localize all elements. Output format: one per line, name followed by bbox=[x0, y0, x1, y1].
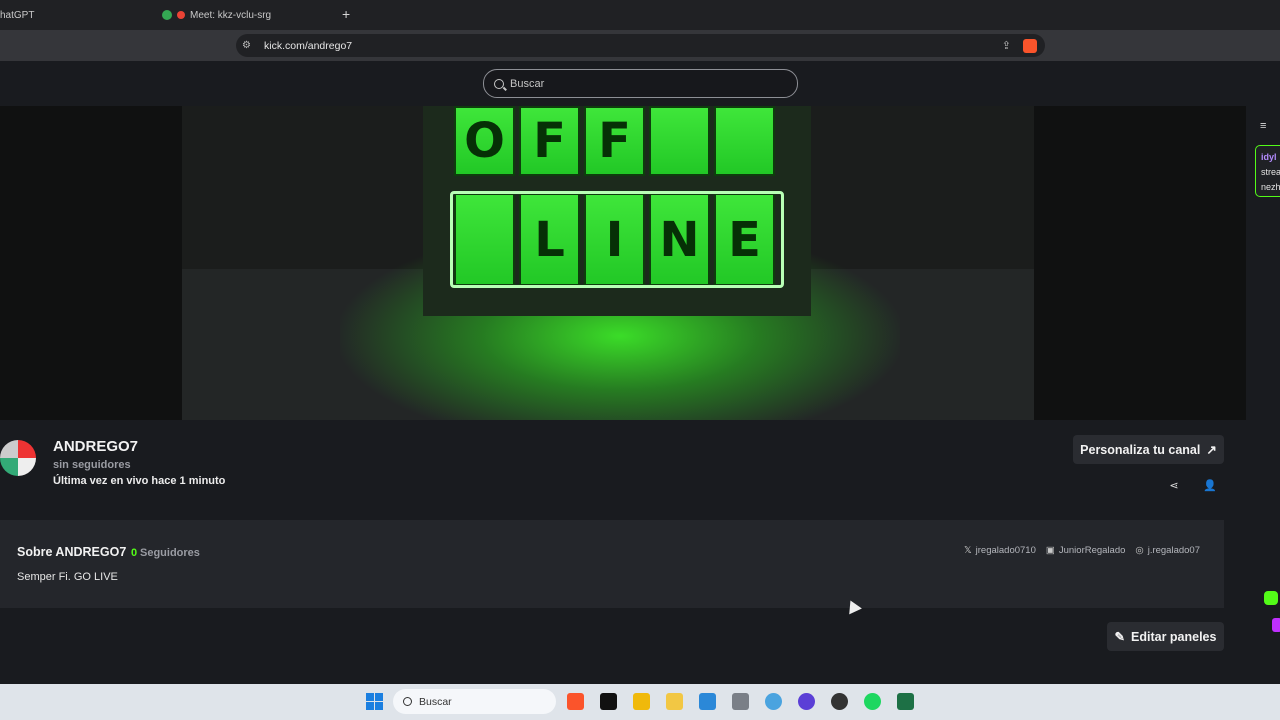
chat-username[interactable]: idyl bbox=[1261, 150, 1280, 165]
url-text[interactable]: kick.com/andrego7 bbox=[264, 40, 352, 52]
recording-icon bbox=[177, 11, 185, 19]
offline-banner: O F F L I N E bbox=[0, 106, 1246, 420]
follower-count: 0 bbox=[131, 547, 138, 559]
external-link-icon: ↗ bbox=[1206, 443, 1217, 457]
search-box[interactable] bbox=[483, 69, 798, 98]
about-panel: Sobre ANDREGO7 0 Seguidores Semper Fi. G… bbox=[0, 520, 1224, 608]
chat-text: nezh bbox=[1261, 182, 1280, 192]
social-label: j.regalado07 bbox=[1147, 545, 1200, 556]
browser-tab-bar: hatGPT Meet: kkz-vclu-srg + bbox=[0, 0, 1280, 30]
taskbar-search[interactable]: Buscar bbox=[393, 689, 556, 714]
customize-channel-button[interactable]: Personaliza tu canal ↗ bbox=[1073, 435, 1224, 464]
followers-text: sin seguidores bbox=[53, 459, 131, 471]
tradingview-icon[interactable] bbox=[600, 693, 617, 710]
tab-label: hatGPT bbox=[0, 9, 35, 21]
instagram-icon: ◎ bbox=[1135, 545, 1144, 556]
tile-blank bbox=[714, 106, 775, 176]
emote-icon[interactable] bbox=[1272, 618, 1280, 632]
follow-button[interactable]: 👤 bbox=[1201, 479, 1219, 497]
chat-message: idyl strea nezh bbox=[1255, 145, 1280, 197]
share-button[interactable]: ⋖ bbox=[1165, 479, 1183, 497]
social-links: 𝕏 jregalado0710 ▣ JuniorRegalado ◎ j.reg… bbox=[964, 545, 1200, 556]
headphones-app-icon[interactable] bbox=[798, 693, 815, 710]
tab-label: Meet: kkz-vclu-srg bbox=[190, 9, 272, 21]
tile-blank bbox=[649, 106, 710, 176]
emote-icon[interactable] bbox=[1264, 591, 1278, 605]
channel-info: ANDREGO7 sin seguidores Última vez en vi… bbox=[0, 420, 1246, 520]
bio-text: Semper Fi. GO LIVE bbox=[17, 571, 118, 583]
edit-panels-label: Editar paneles bbox=[1131, 629, 1217, 644]
file-explorer-icon[interactable] bbox=[666, 693, 683, 710]
chat-sidebar: ≡ idyl strea nezh bbox=[1246, 106, 1280, 684]
address-bar: ⚙ kick.com/andrego7 ⇪ bbox=[0, 30, 1280, 61]
tile-f: F bbox=[584, 106, 645, 176]
channel-name: ANDREGO7 bbox=[53, 438, 139, 455]
spotify-icon[interactable] bbox=[864, 693, 881, 710]
social-link-instagram[interactable]: ◎ j.regalado07 bbox=[1135, 545, 1200, 556]
board-outline bbox=[450, 191, 784, 288]
windows-start-icon[interactable] bbox=[366, 693, 383, 710]
notepad-icon[interactable] bbox=[699, 693, 716, 710]
tab-meet[interactable]: Meet: kkz-vclu-srg bbox=[158, 0, 330, 30]
share-icon[interactable]: ⇪ bbox=[1002, 39, 1011, 52]
kick-page: O F F L I N E ANDREGO7 sin seguidores Úl… bbox=[0, 61, 1280, 684]
x-icon: 𝕏 bbox=[963, 545, 972, 556]
social-link-x[interactable]: 𝕏 jregalado0710 bbox=[964, 545, 1036, 556]
social-label: jregalado0710 bbox=[975, 545, 1036, 556]
obs-icon[interactable] bbox=[831, 693, 848, 710]
binance-icon[interactable] bbox=[633, 693, 650, 710]
taskbar-search-label: Buscar bbox=[419, 695, 452, 708]
new-tab-button[interactable]: + bbox=[342, 6, 350, 22]
customize-label: Personaliza tu canal bbox=[1080, 442, 1201, 457]
omnibox[interactable]: ⚙ kick.com/andrego7 ⇪ bbox=[236, 34, 1045, 57]
search-icon bbox=[403, 697, 412, 706]
avatar[interactable] bbox=[0, 440, 36, 476]
share-icon: ⋖ bbox=[1169, 480, 1179, 492]
chat-text: strea bbox=[1261, 167, 1280, 177]
taskbar: Buscar bbox=[0, 684, 1280, 720]
user-icon: 👤 bbox=[1203, 480, 1217, 492]
site-settings-icon[interactable]: ⚙ bbox=[242, 40, 256, 51]
globe-app-icon[interactable] bbox=[765, 693, 782, 710]
search-icon bbox=[494, 78, 504, 89]
search-input[interactable] bbox=[510, 77, 770, 90]
pencil-icon: ✎ bbox=[1114, 630, 1126, 644]
tile-f: F bbox=[519, 106, 580, 176]
offline-board: O F F L I N E bbox=[423, 106, 811, 316]
top-nav bbox=[0, 61, 1280, 106]
tile-o: O bbox=[454, 106, 515, 176]
follower-label: Seguidores bbox=[140, 547, 200, 559]
facebook-icon: ▣ bbox=[1045, 545, 1055, 556]
social-label: JuniorRegalado bbox=[1058, 545, 1126, 556]
social-link-facebook[interactable]: ▣ JuniorRegalado bbox=[1046, 545, 1126, 556]
calculator-icon[interactable] bbox=[732, 693, 749, 710]
collapse-chat-icon[interactable]: ≡ bbox=[1260, 120, 1266, 132]
about-title: Sobre ANDREGO7 bbox=[17, 545, 127, 559]
edit-panels-button[interactable]: ✎ Editar paneles bbox=[1107, 622, 1224, 651]
excel-icon[interactable] bbox=[897, 693, 914, 710]
brave-shields-icon[interactable] bbox=[1023, 38, 1037, 53]
meet-icon bbox=[162, 10, 172, 20]
last-live-text: Última vez en vivo hace 1 minuto bbox=[53, 475, 226, 487]
brave-browser-icon[interactable] bbox=[567, 693, 584, 710]
tab-chatgpt[interactable]: hatGPT bbox=[0, 0, 158, 30]
